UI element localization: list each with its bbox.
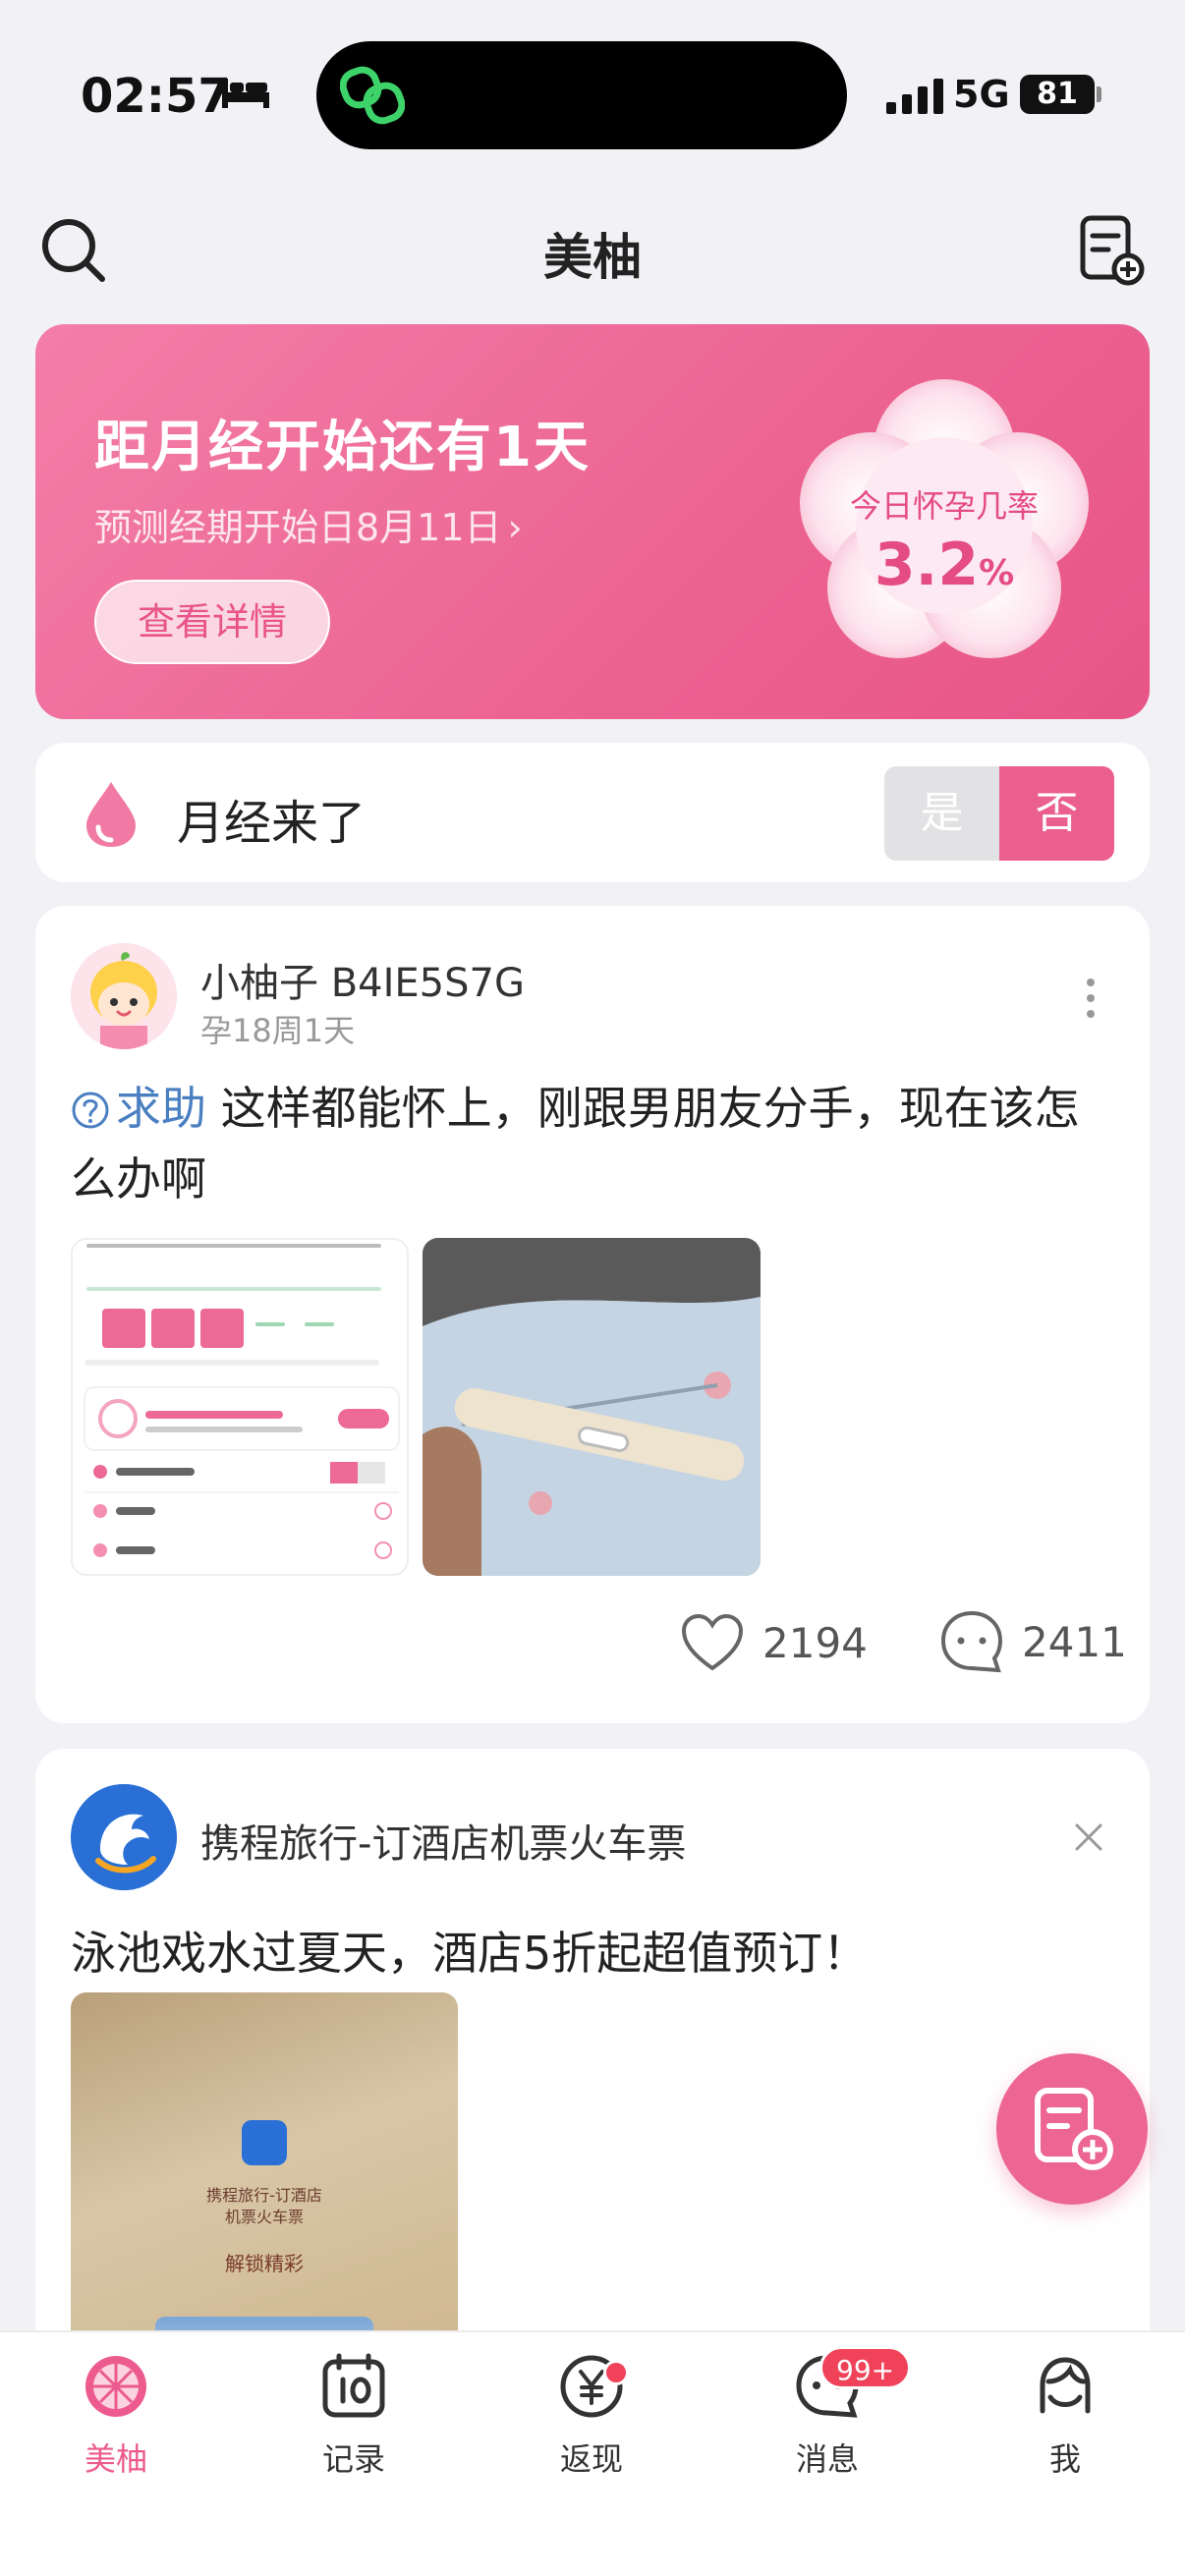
status-time: 02:57 (81, 69, 231, 124)
dolphin-icon (71, 1784, 177, 1890)
signal-icon (886, 79, 943, 114)
pregnancy-rate-badge[interactable]: 今日怀孕几率 3.2% (792, 373, 1097, 668)
comment-icon (940, 1610, 1003, 1673)
tab-messages[interactable]: 99+ 消息 (749, 2346, 912, 2499)
post-card[interactable]: 小柚子 B4IE5S7G 孕18周1天 求助 这样都能怀上，刚跟男朋友分手，现在… (35, 906, 1150, 1723)
link-icon (340, 66, 405, 125)
like-button[interactable]: 2194 (680, 1613, 868, 1672)
profile-icon (1040, 2357, 1091, 2414)
period-yes-button[interactable]: 是 (884, 766, 999, 861)
pregnancy-test-photo (423, 1238, 761, 1576)
tab-record[interactable]: 记录 (275, 2352, 432, 2499)
page-title: 美柚 (543, 229, 642, 286)
help-tag[interactable]: 求助 (71, 1082, 206, 1135)
author-avatar[interactable] (71, 943, 177, 1049)
ad-image-cta: 解锁精彩 (225, 2252, 304, 2275)
question-icon (72, 1092, 109, 1129)
bottom-tab-bar: 美柚 记录 返现 99+ 消息 我 (0, 2330, 1185, 2576)
post-image-test[interactable] (423, 1238, 761, 1576)
advertiser-name[interactable]: 携程旅行-订酒店机票火车票 (200, 1812, 686, 1869)
view-details-button[interactable]: 查看详情 (94, 580, 330, 664)
more-options-icon[interactable] (1085, 977, 1097, 1020)
tab-label: 消息 (795, 2440, 859, 2478)
chevron-right-icon: › (507, 506, 523, 549)
calendar-icon (322, 2353, 385, 2418)
author-name[interactable]: 小柚子 B4IE5S7G (200, 951, 525, 1008)
post-image-calendar[interactable] (71, 1238, 409, 1576)
ctrip-logo (71, 1784, 177, 1890)
message-badge: 99+ (819, 2346, 912, 2389)
pregnancy-rate-value: 3.2% (874, 531, 1015, 599)
post-text: 这样都能怀上，刚跟男朋友分手，现在该怎么办啊 (71, 1082, 1080, 1205)
ad-image-logo-icon (242, 2120, 287, 2165)
grapefruit-icon (85, 2356, 146, 2417)
grapefruit-mascot-icon (71, 943, 177, 1049)
period-arrived-card: 月经来了 是 否 (35, 743, 1150, 882)
tab-meiyou[interactable]: 美柚 (37, 2352, 195, 2499)
status-bar: 02:57 5G 81 (0, 0, 1185, 187)
top-header: 美柚 (0, 196, 1185, 305)
calendar-screenshot (73, 1240, 407, 1574)
close-icon[interactable] (1071, 1820, 1106, 1855)
predicted-start[interactable]: 预测经期开始日8月11日 › (94, 497, 523, 551)
pregnancy-rate-label: 今日怀孕几率 (849, 487, 1039, 525)
period-banner[interactable]: 距月经开始还有1天 预测经期开始日8月11日 › 查看详情 今日怀孕几率 3.2% (35, 324, 1150, 719)
like-count: 2194 (762, 1618, 868, 1667)
period-toggle: 是 否 (884, 766, 1114, 861)
post-content[interactable]: 求助 这样都能怀上，刚跟男朋友分手，现在该怎么办啊 (71, 1073, 1112, 1214)
battery-tip (1097, 86, 1101, 102)
tab-label: 我 (1048, 2440, 1081, 2478)
battery-indicator: 81 (1020, 75, 1095, 114)
heart-icon (681, 1613, 744, 1671)
dynamic-island (316, 41, 847, 149)
author-pregnancy-week: 孕18周1天 (200, 1012, 356, 1049)
predicted-start-text: 预测经期开始日8月11日 (94, 506, 502, 549)
ad-text[interactable]: 泳池戏水过夏天，酒店5折起超值预订！ (71, 1918, 868, 1983)
ad-image-title: 携程旅行-订酒店 机票火车票 (206, 2186, 322, 2226)
tab-me[interactable]: 我 (987, 2352, 1144, 2499)
tab-cashback[interactable]: 返现 (513, 2352, 670, 2499)
network-type: 5G (953, 73, 1010, 116)
blood-drop-icon (86, 782, 136, 847)
period-arrived-label: 月经来了 (177, 796, 367, 851)
tab-label: 美柚 (84, 2440, 147, 2478)
tab-label: 返现 (559, 2440, 623, 2478)
new-post-icon (1035, 2088, 1113, 2170)
new-post-icon[interactable] (1077, 214, 1146, 287)
comment-count: 2411 (1022, 1617, 1127, 1666)
period-countdown: 距月经开始还有1天 (94, 416, 591, 479)
sleep-icon (222, 79, 269, 108)
period-no-button[interactable]: 否 (999, 766, 1114, 861)
notification-dot (603, 2360, 629, 2385)
floating-compose-button[interactable] (996, 2053, 1148, 2205)
comment-button[interactable]: 2411 (939, 1609, 1127, 1674)
tab-label: 记录 (321, 2440, 385, 2478)
